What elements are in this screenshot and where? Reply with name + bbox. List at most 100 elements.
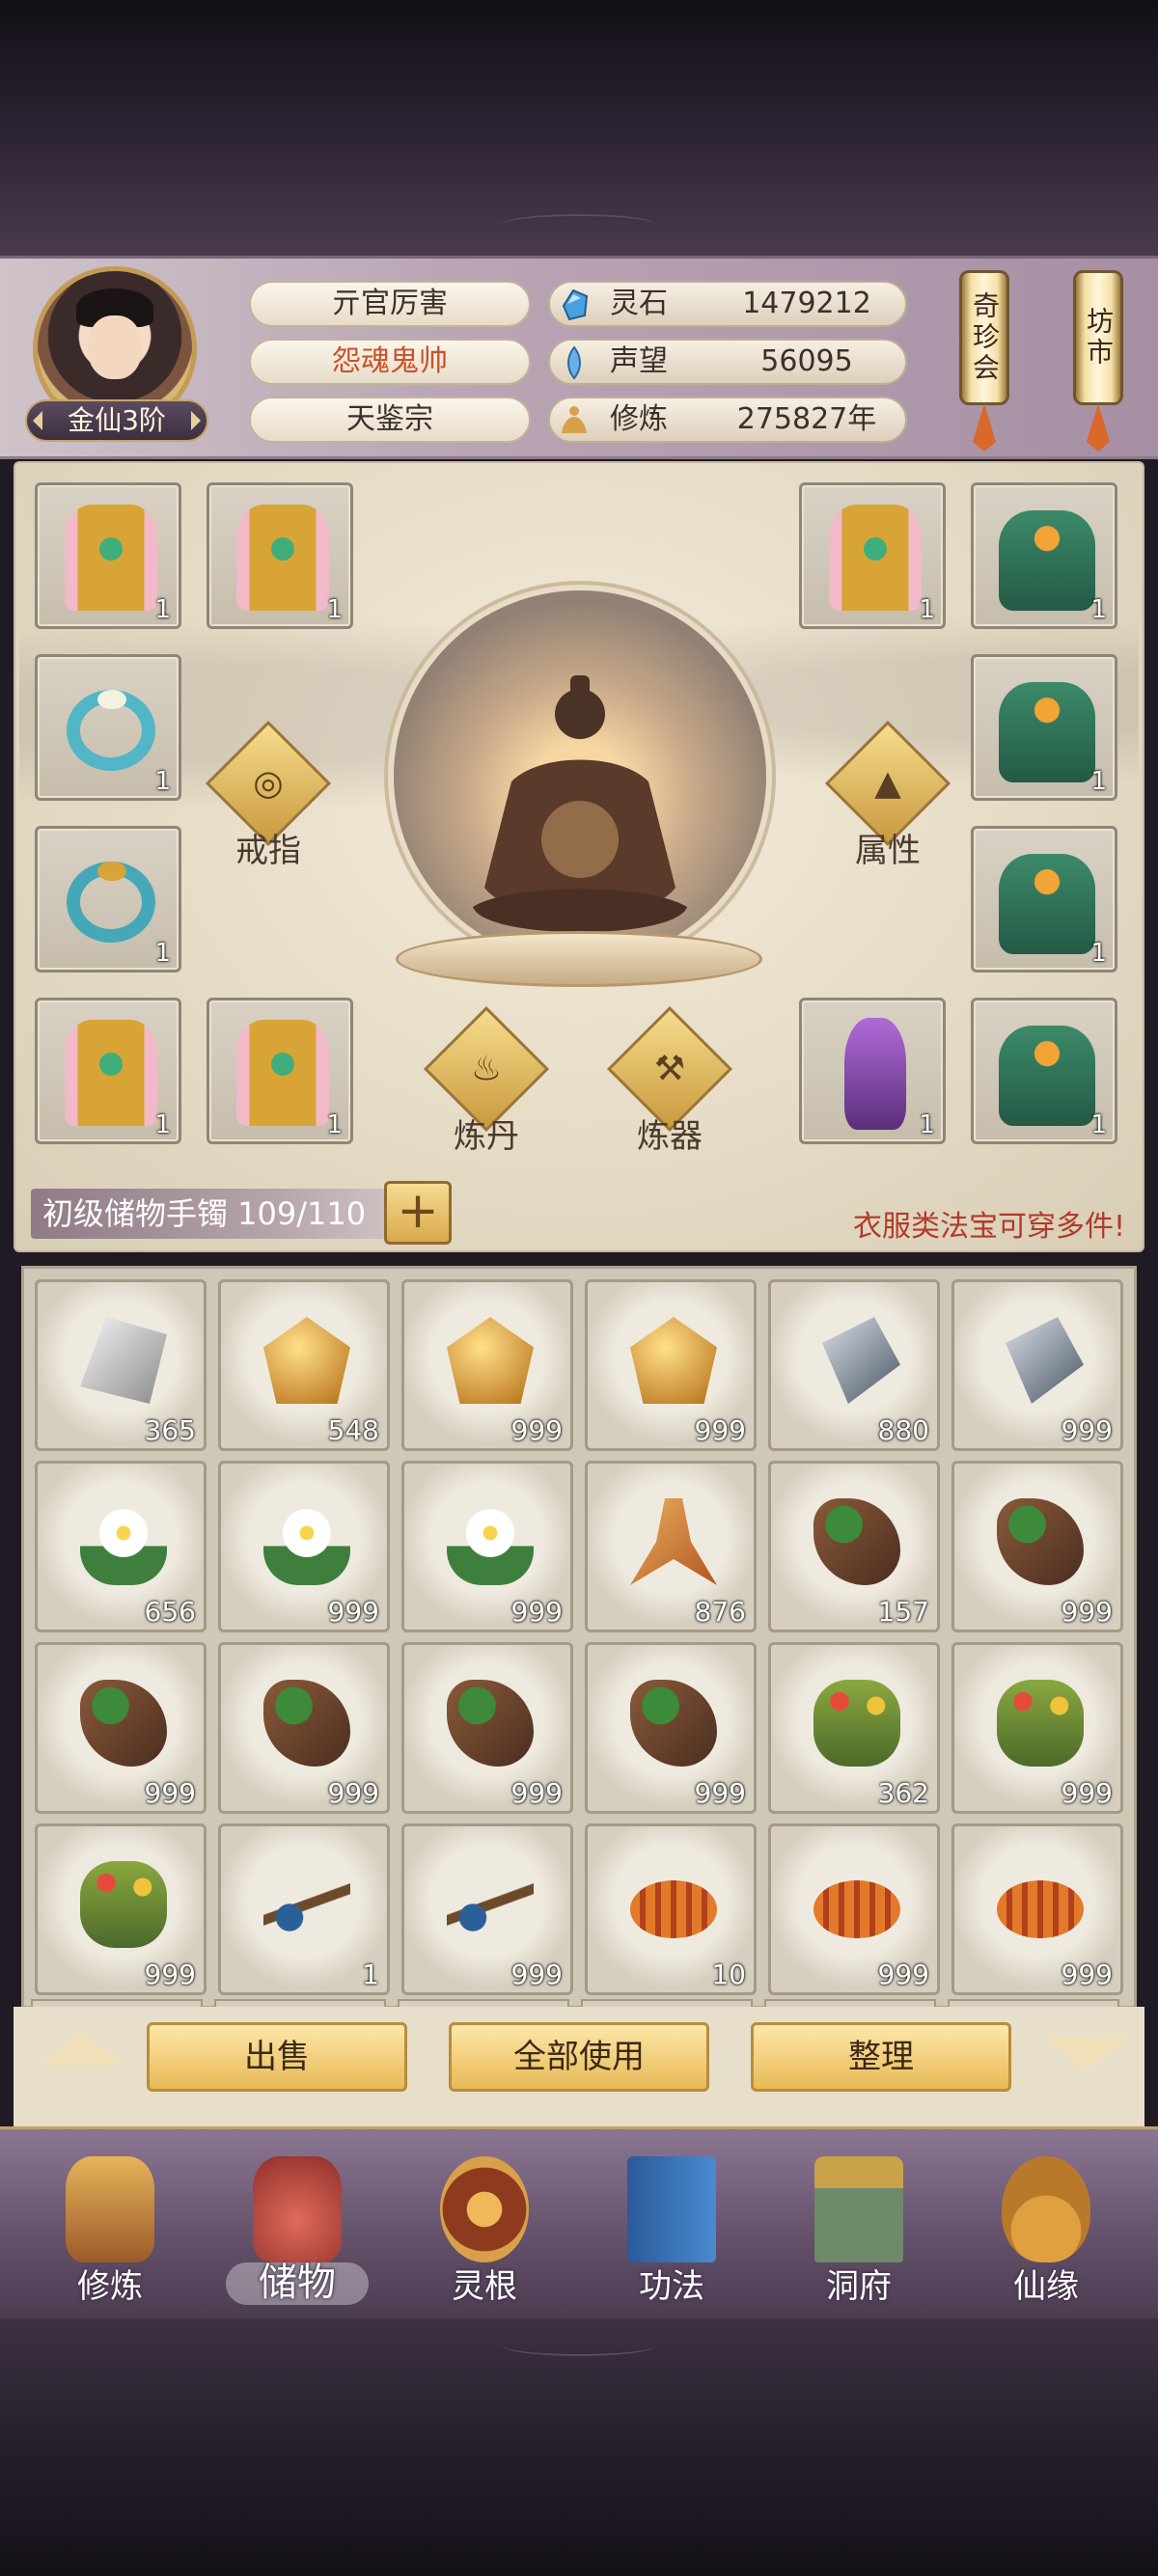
item-count: 1 — [154, 1110, 171, 1139]
treasure-fair-scroll[interactable]: 奇珍会 — [959, 270, 1009, 405]
item-count: 1 — [919, 1110, 935, 1139]
equip-slot-robe[interactable]: 1 — [35, 482, 181, 629]
prestige-crystal-icon — [567, 345, 581, 380]
gold-ore-icon — [630, 1317, 717, 1404]
inventory-slot[interactable]: 999 — [401, 1279, 573, 1451]
inventory-slot[interactable]: 10 — [585, 1823, 757, 1995]
inventory-slot[interactable]: 999 — [768, 1823, 940, 1995]
equip-slot-robe[interactable]: 1 — [971, 998, 1117, 1144]
inventory-slot[interactable]: 999 — [951, 1461, 1123, 1632]
inventory-slot[interactable]: 362 — [768, 1642, 940, 1814]
fortune-gourd-icon — [1002, 2156, 1090, 2262]
equip-slot-robe[interactable]: 1 — [971, 826, 1117, 973]
inventory-slot[interactable]: 999 — [35, 1642, 207, 1814]
item-count: 1 — [362, 1959, 379, 1990]
inventory-slot[interactable]: 876 — [585, 1461, 757, 1632]
nav-label: 储物 — [259, 2261, 336, 2305]
resource-value: 1479212 — [742, 287, 871, 320]
berry-branch-icon — [447, 1861, 534, 1948]
scroll-up-arrow-icon[interactable] — [39, 2032, 124, 2065]
herb-root-icon — [447, 1680, 534, 1767]
ring-button-label: 戒指 — [235, 832, 301, 870]
equip-slot-robe[interactable]: 1 — [971, 482, 1117, 629]
inventory-slot[interactable]: 548 — [218, 1279, 390, 1451]
item-count: 1 — [154, 595, 171, 624]
nav-technique[interactable]: 功法 — [585, 2139, 758, 2313]
inventory-slot[interactable]: 999 — [401, 1823, 573, 1995]
equip-slot-treasure[interactable]: 1 — [799, 998, 946, 1144]
resource-label: 灵石 — [610, 287, 668, 320]
top-banner — [0, 0, 1158, 256]
equip-slot-ring[interactable]: 1 — [35, 654, 181, 801]
sort-button[interactable]: 整理 — [751, 2022, 1011, 2092]
nav-cave-mansion[interactable]: 洞府 — [772, 2139, 946, 2313]
steel-ore-icon — [822, 1317, 900, 1404]
inventory-slot[interactable]: 999 — [218, 1642, 390, 1814]
inventory-slot[interactable]: 999 — [951, 1642, 1123, 1814]
nav-label: 仙缘 — [1013, 2267, 1079, 2306]
item-count: 999 — [327, 1777, 379, 1809]
inventory-slot[interactable]: 999 — [951, 1279, 1123, 1451]
player-title: 怨魂鬼帅 — [249, 339, 531, 385]
inventory-slot[interactable]: 999 — [585, 1279, 757, 1451]
equip-slot-robe[interactable]: 1 — [35, 998, 181, 1144]
cordyceps-icon — [813, 1880, 900, 1938]
item-count: 1 — [154, 767, 171, 796]
item-count: 365 — [144, 1414, 196, 1446]
cauldron-icon: ♨ — [470, 1049, 503, 1089]
inventory-slot[interactable]: 999 — [218, 1461, 390, 1632]
market-scroll[interactable]: 坊市 — [1073, 270, 1123, 405]
meditating-figure-icon[interactable] — [454, 666, 706, 945]
equip-slot-robe[interactable]: 1 — [799, 482, 946, 629]
nav-label: 洞府 — [826, 2267, 892, 2306]
equip-slot-ring[interactable]: 1 — [35, 826, 181, 973]
inventory-slot[interactable]: 999 — [401, 1461, 573, 1632]
tassel-icon — [973, 403, 996, 452]
item-count: 999 — [144, 1959, 196, 1990]
inventory-slot[interactable]: 1 — [218, 1823, 390, 1995]
player-header: 金仙3阶 亓官厉害 怨魂鬼帅 天鉴宗 灵石 1479212 声望 56095 修… — [0, 256, 1158, 459]
equip-slot-robe[interactable]: 1 — [971, 654, 1117, 801]
herb-root-icon — [263, 1680, 350, 1767]
tassel-icon — [1087, 403, 1110, 452]
expand-storage-button[interactable]: + — [384, 1181, 452, 1245]
cordyceps-icon — [997, 1880, 1084, 1938]
inventory-slot[interactable]: 999 — [585, 1642, 757, 1814]
nav-label: 灵根 — [452, 2267, 517, 2306]
herb-root-icon — [813, 1498, 900, 1585]
nav-label: 修炼 — [77, 2267, 143, 2306]
inventory-slot[interactable]: 656 — [35, 1461, 207, 1632]
sell-button[interactable]: 出售 — [147, 2022, 407, 2092]
player-sect: 天鉴宗 — [249, 397, 531, 443]
scroll-down-arrow-icon[interactable] — [1044, 2038, 1129, 2070]
gold-ore-icon — [263, 1317, 350, 1404]
item-count: 999 — [1061, 1959, 1113, 1990]
player-name: 亓官厉害 — [249, 281, 531, 327]
equip-slot-robe[interactable]: 1 — [207, 998, 353, 1144]
inventory-slot[interactable]: 365 — [35, 1279, 207, 1451]
forging-button-label: 炼器 — [637, 1117, 703, 1156]
resource-value: 56095 — [760, 344, 853, 378]
inventory-slot[interactable]: 999 — [35, 1823, 207, 1995]
nav-spirit-root[interactable]: 灵根 — [398, 2139, 571, 2313]
equip-slot-robe[interactable]: 1 — [207, 482, 353, 629]
item-count: 362 — [877, 1777, 929, 1809]
nav-cultivate[interactable]: 修炼 — [23, 2139, 197, 2313]
item-count: 999 — [510, 1596, 563, 1628]
flowering-herb-icon — [813, 1680, 900, 1767]
nav-fortune[interactable]: 仙缘 — [959, 2139, 1133, 2313]
resource-label: 修炼 — [610, 402, 668, 436]
inventory-slot[interactable]: 880 — [768, 1279, 940, 1451]
herb-root-icon — [80, 1680, 167, 1767]
use-all-button[interactable]: 全部使用 — [449, 2022, 709, 2092]
hat-icon: ▲ — [874, 763, 901, 804]
item-count: 999 — [1061, 1414, 1113, 1446]
inventory-slot[interactable]: 999 — [401, 1642, 573, 1814]
inventory-slot[interactable]: 157 — [768, 1461, 940, 1632]
white-flower-icon — [447, 1498, 534, 1585]
nav-storage[interactable]: 储物 — [210, 2139, 384, 2313]
inventory-slot[interactable]: 999 — [951, 1823, 1123, 1995]
item-count: 999 — [510, 1959, 563, 1990]
item-count: 1 — [154, 939, 171, 968]
gold-ore-icon — [447, 1317, 534, 1404]
